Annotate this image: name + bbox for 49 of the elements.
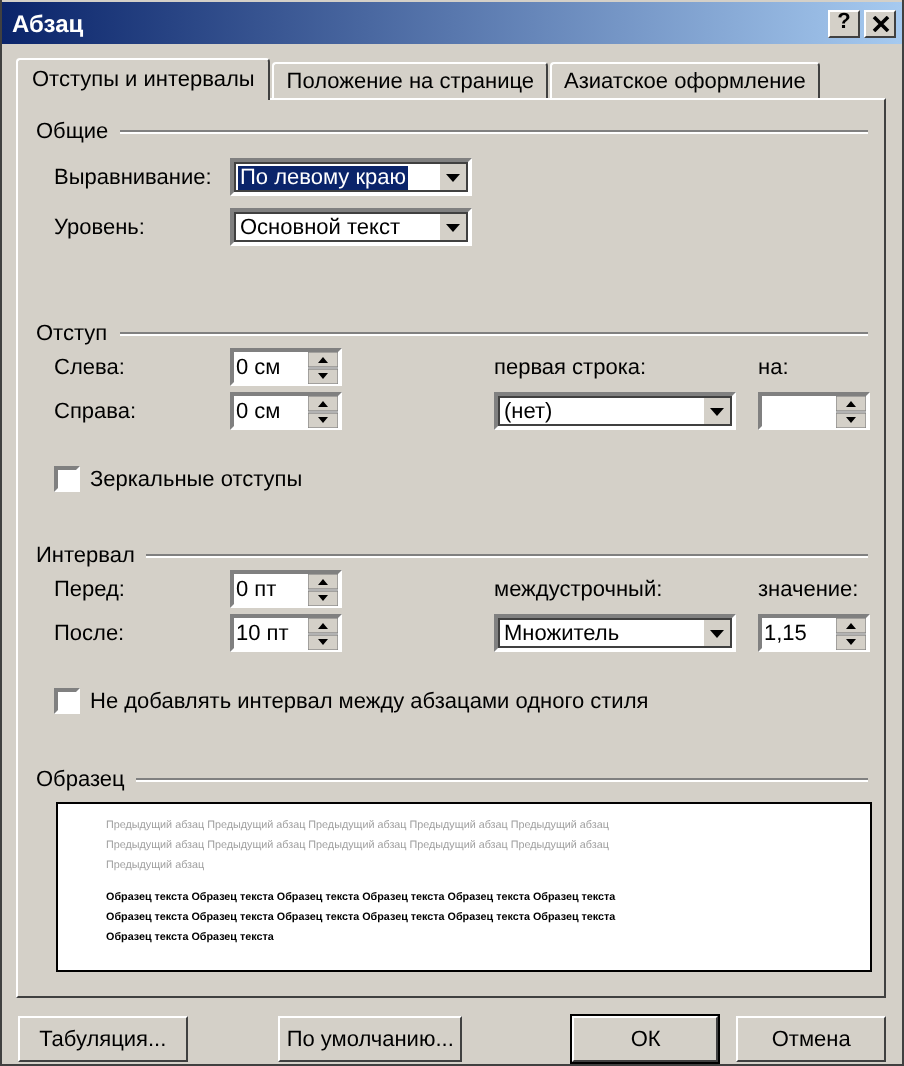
- section-title: Образец: [36, 768, 125, 792]
- caret-icon: [710, 629, 724, 637]
- dropdown-field[interactable]: По левому краю: [230, 158, 472, 196]
- field-label: междустрочный:: [494, 577, 665, 601]
- section-title: Общие: [36, 120, 109, 144]
- tab[interactable]: Отступы и интервалы: [16, 58, 271, 100]
- dialog-button[interactable]: Отмена: [736, 1016, 886, 1062]
- spin-field[interactable]: 1,15: [758, 614, 870, 652]
- checkbox[interactable]: [54, 466, 80, 492]
- checkbox[interactable]: [54, 688, 80, 714]
- field-label: первая строка:: [494, 355, 649, 379]
- section-title: Отступ: [36, 322, 108, 346]
- field-label: После:: [54, 621, 127, 645]
- dropdown-field[interactable]: Множитель: [494, 614, 736, 652]
- field-label: Перед:: [54, 577, 127, 601]
- dropdown-field[interactable]: Основной текст: [230, 208, 472, 246]
- help-button[interactable]: ?: [828, 9, 860, 37]
- spinner-arrows-icon[interactable]: [836, 395, 866, 427]
- caret-icon: [710, 407, 724, 415]
- field-label: на:: [758, 355, 791, 379]
- spinner-arrows-icon[interactable]: [308, 395, 338, 427]
- field-label: Уровень:: [54, 215, 147, 239]
- field-label: Выравнивание:: [54, 165, 214, 189]
- field-label: Справа:: [54, 399, 139, 423]
- dialog-button[interactable]: ОК: [572, 1016, 719, 1062]
- close-button[interactable]: [864, 9, 896, 37]
- section-title: Интервал: [36, 544, 135, 568]
- tab[interactable]: Положение на странице: [272, 62, 549, 98]
- spin-field[interactable]: 0 см: [230, 348, 342, 386]
- spin-field[interactable]: 0 пт: [230, 570, 342, 608]
- close-icon: [871, 15, 889, 31]
- spinner-arrows-icon[interactable]: [308, 573, 338, 605]
- spinner-arrows-icon[interactable]: [308, 351, 338, 383]
- spinner-arrows-icon[interactable]: [836, 617, 866, 649]
- field-label: значение:: [758, 577, 861, 601]
- caret-icon: [446, 223, 460, 231]
- checkbox-label[interactable]: Не добавлять интервал между абзацами одного стиля: [90, 689, 649, 713]
- window-title: Абзац: [12, 9, 84, 37]
- field-label: Слева:: [54, 355, 127, 379]
- spin-field[interactable]: 10 пт: [230, 614, 342, 652]
- dialog-button[interactable]: По умолчанию...: [277, 1016, 463, 1062]
- dialog-button[interactable]: Табуляция...: [18, 1016, 188, 1062]
- spin-field[interactable]: [758, 392, 870, 430]
- caret-icon: [446, 173, 460, 181]
- spin-field[interactable]: 0 см: [230, 392, 342, 430]
- dropdown-field[interactable]: (нет): [494, 392, 736, 430]
- checkbox-label[interactable]: Зеркальные отступы: [90, 467, 303, 491]
- spinner-arrows-icon[interactable]: [308, 617, 338, 649]
- tab[interactable]: Азиатское оформление: [550, 62, 820, 98]
